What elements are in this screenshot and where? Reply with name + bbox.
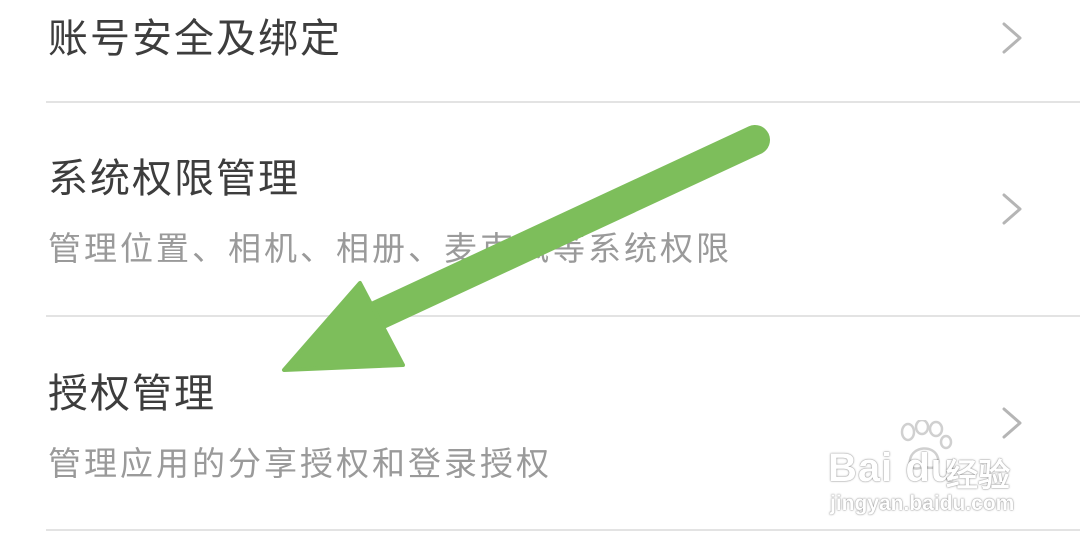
settings-item-authorization-management[interactable]: 授权管理 管理应用的分享授权和登录授权: [0, 317, 1080, 529]
settings-item-account-security[interactable]: 账号安全及绑定: [0, 0, 1080, 101]
settings-item-subtitle: 管理位置、相机、相册、麦克风等系统权限: [48, 229, 732, 268]
settings-item-system-permissions[interactable]: 系统权限管理 管理位置、相机、相册、麦克风等系统权限: [0, 103, 1080, 315]
divider: [46, 529, 1080, 531]
chevron-right-icon: [1002, 193, 1022, 225]
settings-item-title: 系统权限管理: [48, 156, 300, 202]
settings-item-title: 账号安全及绑定: [48, 16, 342, 62]
settings-screen: 账号安全及绑定 系统权限管理 管理位置、相机、相册、麦克风等系统权限 授权管理 …: [0, 0, 1080, 540]
settings-item-title: 授权管理: [48, 371, 216, 417]
chevron-right-icon: [1002, 22, 1022, 54]
settings-item-subtitle: 管理应用的分享授权和登录授权: [48, 444, 552, 483]
chevron-right-icon: [1002, 407, 1022, 439]
